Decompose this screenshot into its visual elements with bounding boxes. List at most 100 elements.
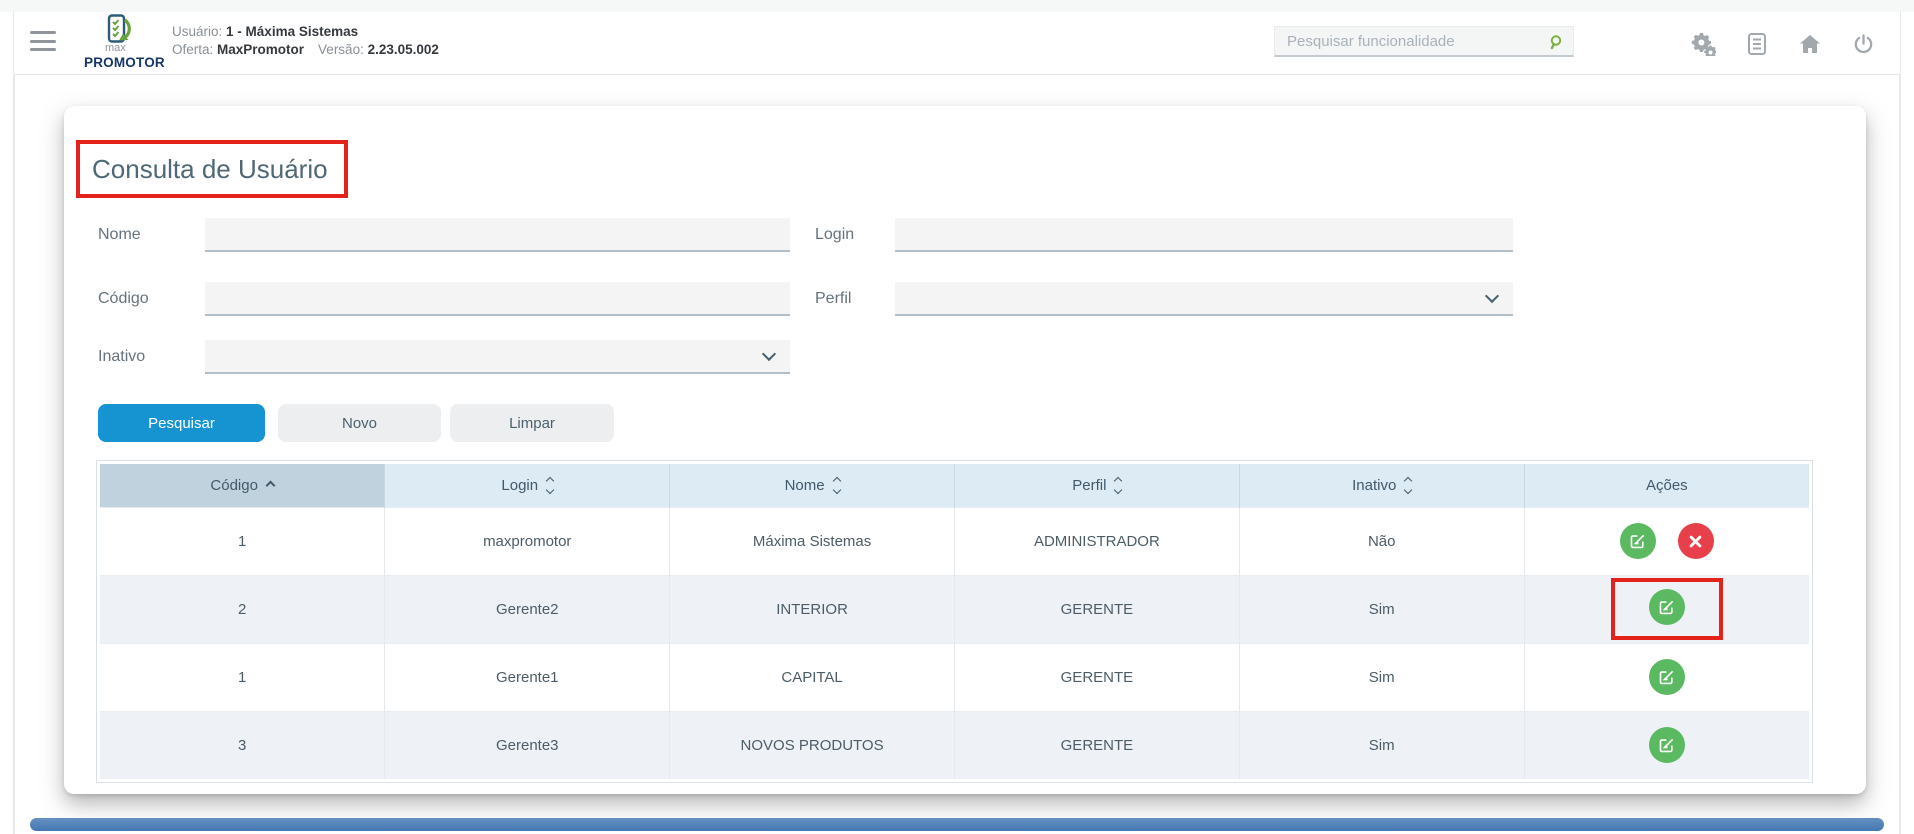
sort-both-icon (545, 476, 555, 494)
table-row: 1 maxpromotor Máxima Sistemas ADMINISTRA… (100, 506, 1809, 575)
codigo-field-wrap (205, 282, 790, 316)
column-label: Perfil (1072, 476, 1107, 494)
cell-login: Gerente1 (384, 642, 671, 711)
limpar-button[interactable]: Limpar (450, 404, 614, 442)
cell-nome: NOVOS PRODUTOS (669, 710, 955, 779)
power-icon[interactable] (1850, 31, 1876, 57)
novo-button[interactable]: Novo (278, 404, 441, 442)
edit-button-annotation-box (1610, 578, 1723, 640)
codigo-label: Código (98, 290, 149, 307)
version-label: Versão: (318, 42, 364, 57)
cell-perfil: GERENTE (954, 710, 1240, 779)
codigo-input[interactable] (205, 282, 790, 314)
cell-inativo: Sim (1239, 642, 1525, 711)
session-info: Usuário: 1 - Máxima Sistemas Oferta: Max… (172, 23, 439, 59)
login-input[interactable] (895, 218, 1513, 250)
edit-pencil-icon (1630, 534, 1645, 548)
cell-inativo: Não (1239, 506, 1525, 575)
cell-perfil: ADMINISTRADOR (954, 506, 1240, 575)
user-label: Usuário: (172, 24, 223, 39)
settings-gears-icon[interactable] (1690, 31, 1716, 57)
window-top-strip (0, 0, 1914, 12)
cell-acoes (1524, 506, 1809, 575)
cell-acoes (1524, 574, 1809, 643)
edit-button[interactable] (1619, 523, 1656, 559)
nome-label: Nome (98, 226, 141, 243)
edit-button[interactable] (1648, 589, 1685, 625)
column-header-perfil[interactable]: Perfil (954, 464, 1240, 507)
functionality-search (1274, 26, 1574, 57)
menu-hamburger-icon[interactable] (30, 31, 56, 51)
logo-text-promotor: PROMOTOR (84, 55, 165, 70)
inativo-select[interactable] (205, 340, 790, 374)
app-logo[interactable]: max PROMOTOR (84, 13, 165, 73)
search-input[interactable] (1275, 27, 1573, 55)
page-right-edge (1899, 12, 1901, 834)
logo-text-max: max (105, 42, 126, 54)
document-icon[interactable] (1744, 31, 1770, 57)
edit-pencil-icon (1659, 738, 1674, 752)
results-table: Código Login Nome Perfil Inativo Ações 1… (100, 464, 1809, 779)
column-header-inativo[interactable]: Inativo (1239, 464, 1525, 507)
table-row: 3 Gerente3 NOVOS PRODUTOS GERENTE Sim (100, 710, 1809, 779)
sort-asc-icon (265, 480, 276, 491)
column-label: Login (501, 476, 539, 494)
nome-field-wrap (205, 218, 790, 252)
cell-login: Gerente2 (384, 574, 671, 643)
edit-button[interactable] (1648, 659, 1685, 695)
column-header-codigo[interactable]: Código (100, 464, 386, 507)
cell-nome: INTERIOR (669, 574, 955, 643)
edit-pencil-icon (1659, 670, 1674, 684)
column-label: Código (210, 476, 258, 494)
app-header: max PROMOTOR Usuário: 1 - Máxima Sistema… (14, 12, 1900, 75)
pesquisar-button[interactable]: Pesquisar (98, 404, 265, 442)
login-field-wrap (895, 218, 1513, 252)
title-annotation-box: Consulta de Usuário (76, 140, 348, 198)
cell-login: Gerente3 (384, 710, 671, 779)
edit-pencil-icon (1659, 600, 1674, 614)
delete-x-icon (1690, 535, 1702, 547)
content-card: Consulta de Usuário Nome Login Código Pe… (64, 106, 1866, 794)
table-row: 2 Gerente2 INTERIOR GERENTE Sim (100, 574, 1809, 643)
offer-label: Oferta: (172, 42, 214, 57)
horizontal-scrollbar-thumb[interactable] (30, 818, 1884, 831)
nome-input[interactable] (205, 218, 790, 250)
perfil-select[interactable] (895, 282, 1513, 316)
inativo-label: Inativo (98, 348, 146, 365)
cell-acoes (1524, 710, 1809, 779)
column-header-acoes: Ações (1524, 464, 1809, 507)
table-header-row: Código Login Nome Perfil Inativo Ações (100, 464, 1809, 507)
column-label: Inativo (1352, 476, 1397, 494)
cell-login: maxpromotor (384, 506, 671, 575)
table-row: 1 Gerente1 CAPITAL GERENTE Sim (100, 642, 1809, 711)
offer-value: MaxPromotor (217, 42, 305, 57)
cell-codigo: 3 (100, 710, 386, 779)
session-user-line: Usuário: 1 - Máxima Sistemas (172, 23, 439, 41)
login-label: Login (815, 226, 855, 243)
page-left-edge (13, 12, 15, 834)
search-icon[interactable] (1549, 34, 1565, 55)
cell-perfil: GERENTE (954, 642, 1240, 711)
delete-button[interactable] (1677, 523, 1714, 559)
cell-codigo: 1 (100, 642, 386, 711)
page-title: Consulta de Usuário (92, 153, 328, 184)
home-icon[interactable] (1797, 31, 1823, 57)
results-table-container: Código Login Nome Perfil Inativo Ações 1… (96, 460, 1813, 783)
cell-codigo: 1 (100, 506, 386, 575)
sort-both-icon (1404, 476, 1413, 494)
edit-button[interactable] (1648, 727, 1685, 764)
chevron-down-icon (1484, 288, 1500, 304)
column-header-nome[interactable]: Nome (669, 464, 955, 507)
cell-codigo: 2 (100, 574, 386, 643)
cell-inativo: Sim (1239, 574, 1525, 643)
column-label: Nome (784, 476, 825, 494)
cell-nome: Máxima Sistemas (669, 506, 955, 575)
chevron-down-icon (761, 346, 777, 362)
column-header-login[interactable]: Login (384, 464, 671, 507)
sort-both-icon (832, 476, 841, 494)
session-offer-line: Oferta: MaxPromotor Versão: 2.23.05.002 (172, 41, 439, 59)
cell-nome: CAPITAL (669, 642, 955, 711)
cell-acoes (1524, 642, 1809, 711)
cell-perfil: GERENTE (954, 574, 1240, 643)
perfil-label: Perfil (815, 290, 852, 307)
